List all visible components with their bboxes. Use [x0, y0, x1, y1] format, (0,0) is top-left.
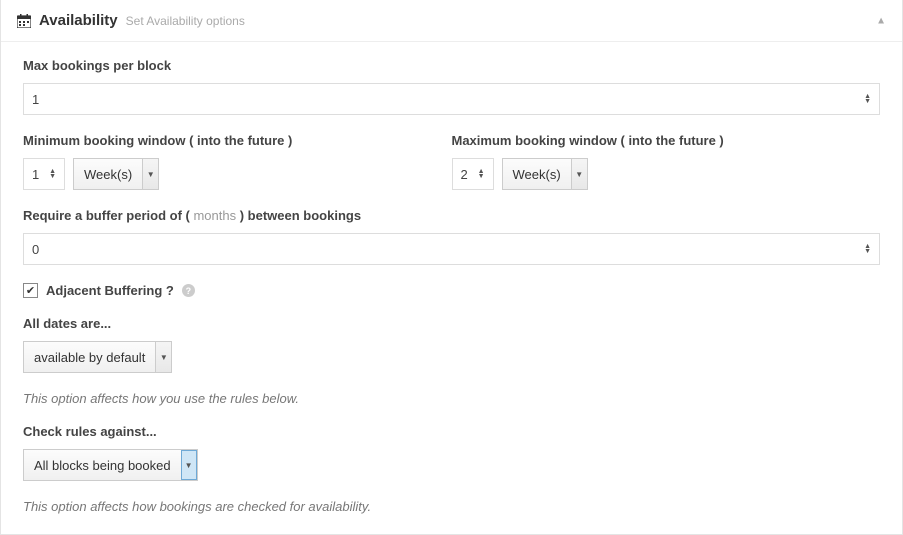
buffer-label: Require a buffer period of ( months ) be… — [23, 208, 880, 223]
spinner-icon[interactable]: ▲▼ — [49, 169, 56, 179]
all-dates-value: available by default — [24, 350, 155, 365]
help-icon[interactable]: ? — [182, 284, 195, 297]
chevron-down-icon: ▼ — [571, 159, 587, 189]
all-dates-select[interactable]: available by default ▼ — [23, 341, 172, 373]
max-window-label: Maximum booking window ( into the future… — [452, 133, 881, 148]
check-rules-select[interactable]: All blocks being booked ▼ — [23, 449, 198, 481]
all-dates-help: This option affects how you use the rule… — [23, 391, 880, 406]
min-window-value: 1 — [32, 167, 39, 182]
chevron-down-icon: ▼ — [155, 342, 171, 372]
check-rules-label: Check rules against... — [23, 424, 880, 439]
max-bookings-value: 1 — [32, 92, 39, 107]
calendar-icon — [17, 14, 31, 28]
buffer-value: 0 — [32, 242, 39, 257]
panel-body: Max bookings per block 1 ▲▼ Minimum book… — [1, 42, 902, 534]
adjacent-buffering-label: Adjacent Buffering ? — [46, 283, 174, 298]
buffer-label-unit: months — [193, 208, 236, 223]
spinner-icon[interactable]: ▲▼ — [478, 169, 485, 179]
all-dates-label: All dates are... — [23, 316, 880, 331]
panel-subtitle: Set Availability options — [126, 14, 245, 28]
min-window-label: Minimum booking window ( into the future… — [23, 133, 452, 148]
adjacent-buffering-checkbox[interactable]: ✔ — [23, 283, 38, 298]
buffer-label-pre: Require a buffer period of ( — [23, 208, 193, 223]
max-bookings-label: Max bookings per block — [23, 58, 880, 73]
max-window-unit-select[interactable]: Week(s) ▼ — [502, 158, 588, 190]
max-window-value-input[interactable]: 2 ▲▼ — [452, 158, 494, 190]
panel-title: Availability — [39, 12, 118, 29]
availability-panel: Availability Set Availability options ▲ … — [0, 0, 903, 535]
chevron-down-icon: ▼ — [142, 159, 158, 189]
buffer-label-post: ) between bookings — [236, 208, 361, 223]
max-window-value: 2 — [461, 167, 468, 182]
max-window-unit: Week(s) — [503, 167, 571, 182]
buffer-input[interactable]: 0 ▲▼ — [23, 233, 880, 265]
spinner-icon[interactable]: ▲▼ — [864, 244, 871, 254]
spinner-icon[interactable]: ▲▼ — [864, 94, 871, 104]
min-window-unit-select[interactable]: Week(s) ▼ — [73, 158, 159, 190]
check-rules-help: This option affects how bookings are che… — [23, 499, 880, 514]
min-window-value-input[interactable]: 1 ▲▼ — [23, 158, 65, 190]
max-bookings-input[interactable]: 1 ▲▼ — [23, 83, 880, 115]
panel-header[interactable]: Availability Set Availability options ▲ — [1, 0, 902, 42]
chevron-down-icon: ▼ — [181, 450, 197, 480]
check-rules-value: All blocks being booked — [24, 458, 181, 473]
collapse-icon[interactable]: ▲ — [876, 15, 886, 26]
min-window-unit: Week(s) — [74, 167, 142, 182]
